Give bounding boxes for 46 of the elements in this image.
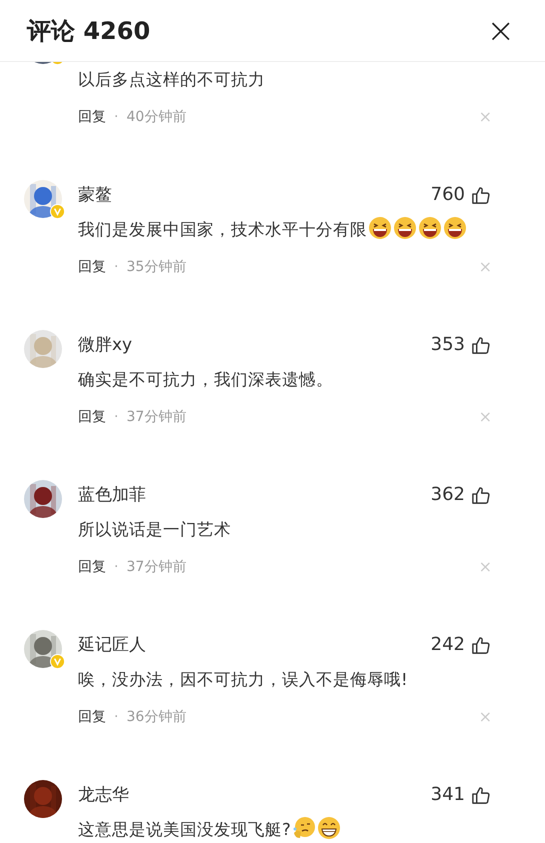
like-icon[interactable] <box>471 336 490 354</box>
username[interactable]: 龙志华 <box>78 780 129 810</box>
like-count: 353 <box>430 333 465 357</box>
like-count: 362 <box>430 483 465 507</box>
reply-button[interactable]: 回复 <box>78 106 106 128</box>
reply-button[interactable]: 回复 <box>78 706 106 728</box>
username[interactable]: 微胖xy <box>78 330 132 360</box>
like-icon[interactable] <box>471 186 490 204</box>
verified-badge-icon <box>50 204 65 219</box>
separator-dot: · <box>114 258 118 277</box>
like-icon[interactable] <box>471 486 490 504</box>
comment-text: 确实是不可抗力，我们深表遗憾。 <box>78 370 333 389</box>
separator-dot: · <box>114 108 118 127</box>
reply-button[interactable]: 回复 <box>78 406 106 428</box>
verified-badge-icon <box>50 654 65 669</box>
timestamp: 37分钟前 <box>126 408 186 427</box>
laughing-emoji-icon <box>393 216 417 240</box>
comment-text: 这意思是说美国没发现飞艇? <box>78 820 291 839</box>
like-icon[interactable] <box>471 636 490 654</box>
separator-dot: · <box>114 408 118 427</box>
username[interactable]: 蓝色加菲 <box>78 480 146 510</box>
like-count: 242 <box>430 633 465 657</box>
comment-text: 所以说话是一门艺术 <box>78 520 231 539</box>
laughing-emoji-icon <box>418 216 442 240</box>
reply-button[interactable]: 回复 <box>78 556 106 578</box>
username[interactable]: 蒙鳌 <box>78 180 112 210</box>
close-button[interactable]: × <box>486 14 515 48</box>
comment-text: 以后多点这样的不可抗力 <box>78 70 265 89</box>
comments-title: 评论 4260 <box>27 16 150 46</box>
grinning-emoji-icon <box>316 816 341 840</box>
username[interactable]: 延记匠人 <box>78 630 146 660</box>
separator-dot: · <box>114 558 118 577</box>
timestamp: 40分钟前 <box>126 108 186 127</box>
timestamp: 37分钟前 <box>126 558 186 577</box>
thinking-emoji-icon <box>292 816 316 840</box>
laughing-emoji-icon <box>443 216 467 240</box>
like-count: 341 <box>430 783 465 807</box>
timestamp: 36分钟前 <box>126 708 186 727</box>
separator-dot: · <box>114 708 118 727</box>
comment-text: 唉，没办法，因不可抗力，误入不是侮辱哦! <box>78 670 408 689</box>
timestamp: 35分钟前 <box>126 258 186 277</box>
laughing-emoji-icon <box>368 216 392 240</box>
like-count: 760 <box>430 183 465 207</box>
like-icon[interactable] <box>471 786 490 804</box>
reply-button[interactable]: 回复 <box>78 256 106 278</box>
comment-text: 我们是发展中国家，技术水平十分有限 <box>78 220 367 239</box>
